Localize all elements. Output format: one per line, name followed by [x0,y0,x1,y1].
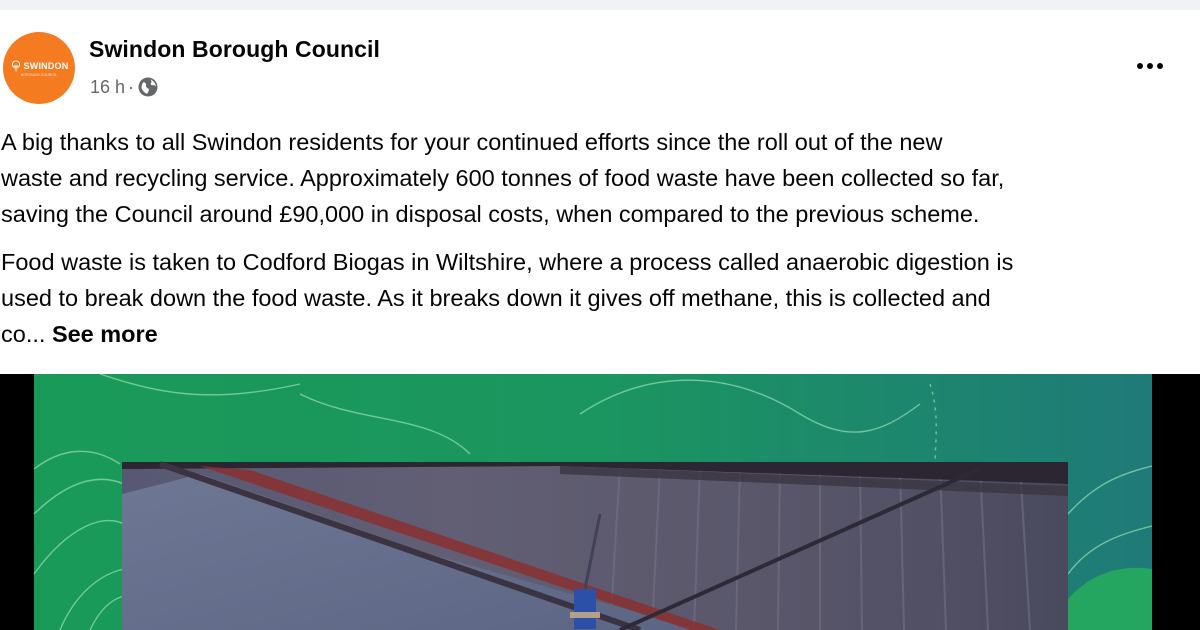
page-avatar[interactable]: SWINDON BOROUGH COUNCIL [3,32,75,104]
video-still [122,461,1068,630]
globe-icon[interactable] [137,76,159,98]
feed-background [0,0,1200,10]
post-meta: 16 h · [90,76,159,98]
avatar-wordmark: SWINDON [23,60,69,71]
post-body: A big thanks to all Swindon residents fo… [1,124,1196,364]
author-name[interactable]: Swindon Borough Council [89,36,380,63]
feed-post: SWINDON BOROUGH COUNCIL Swindon Borough … [0,10,1200,630]
tree-icon [11,59,20,71]
post-line: co... [1,321,52,347]
post-line: Food waste is taken to Codford Biogas in… [1,249,1014,275]
post-paragraph-1: A big thanks to all Swindon residents fo… [1,124,1196,232]
post-line: used to break down the food waste. As it… [1,285,991,311]
post-line: waste and recycling service. Approximate… [1,165,1005,191]
council-logo: SWINDON [10,59,69,72]
more-options-button[interactable] [1130,52,1170,80]
more-options-icon [1137,63,1163,69]
post-video[interactable] [0,374,1200,630]
meta-separator: · [128,76,135,97]
avatar-subtitle: BOROUGH COUNCIL [20,72,58,77]
post-line: A big thanks to all Swindon residents fo… [1,129,943,155]
post-timestamp[interactable]: 16 h [90,77,125,98]
post-line: saving the Council around £90,000 in dis… [1,201,980,227]
see-more-link[interactable]: See more [52,321,158,347]
post-paragraph-2: Food waste is taken to Codford Biogas in… [1,244,1196,352]
